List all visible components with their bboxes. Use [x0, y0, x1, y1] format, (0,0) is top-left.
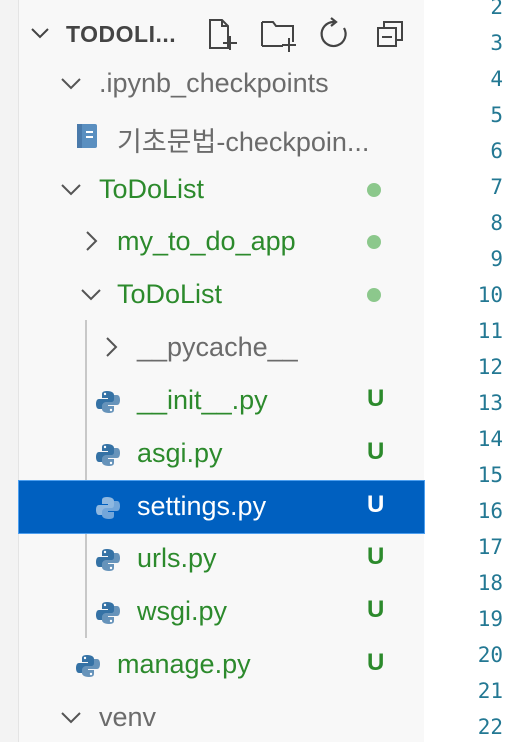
tree-item-label: __init__.py — [137, 385, 268, 415]
line-number: 11 — [477, 319, 503, 343]
line-number: 17 — [477, 535, 503, 559]
tree-item-my-to-do-app[interactable]: my_to_do_app — [19, 216, 424, 268]
tree-item-label: wsgi.py — [137, 596, 228, 626]
line-number: 15 — [477, 463, 503, 487]
python-icon — [96, 549, 120, 571]
explorer-header[interactable]: TODOLI... — [19, 10, 424, 58]
chevron-right-icon — [106, 337, 118, 357]
python-icon — [96, 602, 120, 624]
git-status-badge: U — [367, 385, 385, 412]
python-icon — [76, 655, 100, 677]
tree-item-label: urls.py — [137, 543, 217, 573]
tree-item-label: my_to_do_app — [117, 226, 296, 256]
line-number: 22 — [477, 715, 503, 739]
tree-item-label: ToDoList — [117, 279, 223, 309]
line-number: 21 — [477, 679, 503, 703]
tree-item-label: 기초문법-checkpoin... — [117, 127, 370, 157]
line-number: 16 — [477, 499, 503, 523]
chevron-down-icon — [61, 712, 81, 724]
line-number: 5 — [490, 103, 503, 127]
line-number: 9 — [490, 247, 503, 271]
tree-item-label: venv — [99, 702, 157, 732]
line-number: 20 — [477, 643, 503, 667]
tree-item-settings-py[interactable]: settings.py U — [18, 480, 425, 534]
python-icon — [96, 497, 120, 519]
chevron-down-icon — [81, 289, 101, 301]
tree-item-todolist-root[interactable]: ToDoList — [19, 164, 424, 216]
line-number: 3 — [490, 31, 503, 55]
tree-item-label: __pycache__ — [137, 332, 298, 362]
chevron-down-icon — [61, 78, 81, 90]
tree-item-ipynb-checkpoints[interactable]: .ipynb_checkpoints — [19, 58, 424, 110]
tree-item-urls-py[interactable]: urls.py U — [19, 533, 424, 585]
line-number: 7 — [490, 175, 503, 199]
tree-item-label: manage.py — [117, 649, 251, 679]
chevron-down-icon — [61, 184, 81, 196]
modified-dot — [367, 235, 381, 249]
line-number: 4 — [490, 67, 503, 91]
tree-item-label: asgi.py — [137, 438, 223, 468]
line-number: 19 — [477, 607, 503, 631]
line-number: 10 — [477, 283, 503, 307]
line-number: 6 — [490, 139, 503, 163]
tree-item-manage-py[interactable]: manage.py U — [19, 639, 424, 691]
explorer-panel: TODOLI... .ipynb_checkpoints 기초문법-checkp… — [18, 0, 425, 744]
line-number: 18 — [477, 571, 503, 595]
notebook-icon — [77, 124, 97, 148]
tree-item-asgi-py[interactable]: asgi.py U — [19, 428, 424, 480]
tree-item-pycache[interactable]: __pycache__ — [19, 322, 424, 374]
python-icon — [96, 391, 120, 413]
git-status-badge: U — [367, 596, 385, 623]
line-number: 12 — [477, 355, 503, 379]
tree-item-wsgi-py[interactable]: wsgi.py U — [19, 586, 424, 638]
chevron-right-icon — [86, 231, 98, 251]
python-icon — [96, 444, 120, 466]
tree-item-label: .ipynb_checkpoints — [99, 68, 329, 98]
explorer-title: TODOLI... — [66, 21, 177, 47]
modified-dot — [367, 183, 381, 197]
git-status-badge: U — [367, 649, 385, 676]
git-status-badge: U — [367, 491, 385, 518]
modified-dot — [367, 288, 381, 302]
editor-line-gutter: 2 3 4 5 6 7 8 9 10 11 12 13 14 15 16 17 … — [425, 0, 507, 742]
tree-item-label: ToDoList — [99, 174, 205, 204]
activity-bar — [0, 0, 19, 742]
tree-item-venv[interactable]: venv — [19, 692, 424, 744]
git-status-badge: U — [367, 438, 385, 465]
tree-item-init-py[interactable]: __init__.py U — [19, 375, 424, 427]
tree-item-label: settings.py — [137, 491, 267, 521]
line-number: 8 — [490, 211, 503, 235]
refresh-icon[interactable] — [317, 16, 351, 52]
new-file-icon[interactable] — [204, 16, 240, 52]
line-number: 14 — [477, 427, 503, 451]
chevron-down-icon[interactable] — [29, 22, 51, 44]
new-folder-icon[interactable] — [259, 16, 299, 52]
line-number: 2 — [490, 0, 503, 19]
collapse-all-icon[interactable] — [374, 16, 408, 52]
tree-item-notebook[interactable]: 기초문법-checkpoin... — [19, 110, 424, 162]
line-number: 13 — [477, 391, 503, 415]
tree-item-todolist-inner[interactable]: ToDoList — [19, 269, 424, 321]
git-status-badge: U — [367, 543, 385, 570]
